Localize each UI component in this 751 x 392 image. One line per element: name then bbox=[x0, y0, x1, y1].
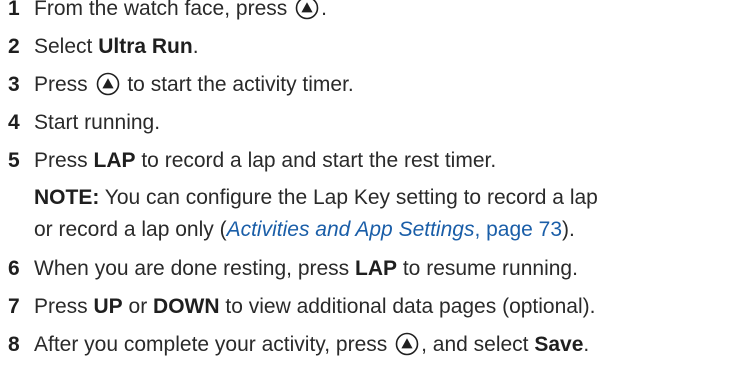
step-5: 5 Press LAP to record a lap and start th… bbox=[0, 142, 751, 180]
menu-item-ultra-run: Ultra Run bbox=[98, 35, 193, 58]
key-up: UP bbox=[93, 295, 123, 318]
step-4: 4 Start running. bbox=[0, 104, 751, 142]
note-line-1: NOTE: You can configure the Lap Key sett… bbox=[34, 182, 751, 214]
note-text: or record a lap only ( bbox=[34, 218, 227, 241]
step-number: 4 bbox=[8, 111, 20, 134]
key-lap: LAP bbox=[355, 257, 398, 280]
step-number: 5 bbox=[8, 149, 20, 172]
step-text: Press to start the activity timer. bbox=[34, 66, 354, 104]
key-lap: LAP bbox=[93, 149, 136, 172]
step-number: 7 bbox=[8, 295, 20, 318]
step-text-before: Press bbox=[34, 295, 94, 318]
cross-reference-link[interactable]: Activities and App Settings bbox=[227, 218, 475, 241]
step-3: 3 Press to start the activity timer. bbox=[0, 66, 751, 104]
step-1: 1 From the watch face, press . bbox=[0, 0, 751, 28]
step-number: 6 bbox=[8, 257, 20, 280]
step-text-after: to start the activity timer. bbox=[121, 73, 354, 96]
step-number: 8 bbox=[8, 333, 20, 356]
start-stop-button-icon bbox=[96, 72, 120, 96]
note-text: You can configure the Lap Key setting to… bbox=[99, 186, 598, 209]
step-text-after: . bbox=[583, 333, 590, 356]
step-text: From the watch face, press . bbox=[34, 0, 327, 28]
step-text-before: Select bbox=[34, 35, 99, 58]
step-text-before: From the watch face, press bbox=[34, 0, 294, 20]
menu-item-save: Save bbox=[534, 333, 584, 356]
note-label: NOTE: bbox=[34, 186, 100, 209]
step-text: Press UP or DOWN to view additional data… bbox=[34, 288, 595, 326]
step-text: Start running. bbox=[34, 111, 161, 134]
note-line-2: or record a lap only (Activities and App… bbox=[34, 214, 751, 246]
step-text-after: to record a lap and start the rest timer… bbox=[135, 149, 497, 172]
step-8: 8 After you complete your activity, pres… bbox=[0, 326, 751, 364]
step-number: 3 bbox=[8, 73, 20, 96]
step-number: 2 bbox=[8, 35, 20, 58]
instruction-list: 1 From the watch face, press . 2 Select … bbox=[0, 0, 751, 364]
step-text-before: When you are done resting, press bbox=[34, 257, 356, 280]
cross-reference-page[interactable]: , page 73 bbox=[474, 218, 562, 241]
step-text-after: to view additional data pages (optional)… bbox=[219, 295, 596, 318]
step-text: When you are done resting, press LAP to … bbox=[34, 250, 578, 288]
step-text-before: Press bbox=[34, 149, 94, 172]
start-stop-button-icon bbox=[395, 332, 419, 356]
step-text-before: After you complete your activity, press bbox=[34, 333, 394, 356]
step-text: Select Ultra Run. bbox=[34, 28, 199, 66]
step-text: Press LAP to record a lap and start the … bbox=[34, 142, 496, 180]
note: NOTE: You can configure the Lap Key sett… bbox=[0, 182, 751, 246]
step-text-after: . bbox=[321, 0, 327, 20]
step-text-mid: or bbox=[122, 295, 154, 318]
step-text-mid: , and select bbox=[421, 333, 535, 356]
step-6: 6 When you are done resting, press LAP t… bbox=[0, 250, 751, 288]
start-stop-button-icon bbox=[295, 0, 319, 20]
step-text-after: . bbox=[192, 35, 199, 58]
step-number: 1 bbox=[8, 0, 20, 20]
step-text: After you complete your activity, press … bbox=[34, 326, 589, 364]
key-down: DOWN bbox=[153, 295, 220, 318]
note-text: ). bbox=[562, 218, 575, 241]
step-text-before: Press bbox=[34, 73, 94, 96]
step-2: 2 Select Ultra Run. bbox=[0, 28, 751, 66]
step-text-after: to resume running. bbox=[397, 257, 578, 280]
step-7: 7 Press UP or DOWN to view additional da… bbox=[0, 288, 751, 326]
